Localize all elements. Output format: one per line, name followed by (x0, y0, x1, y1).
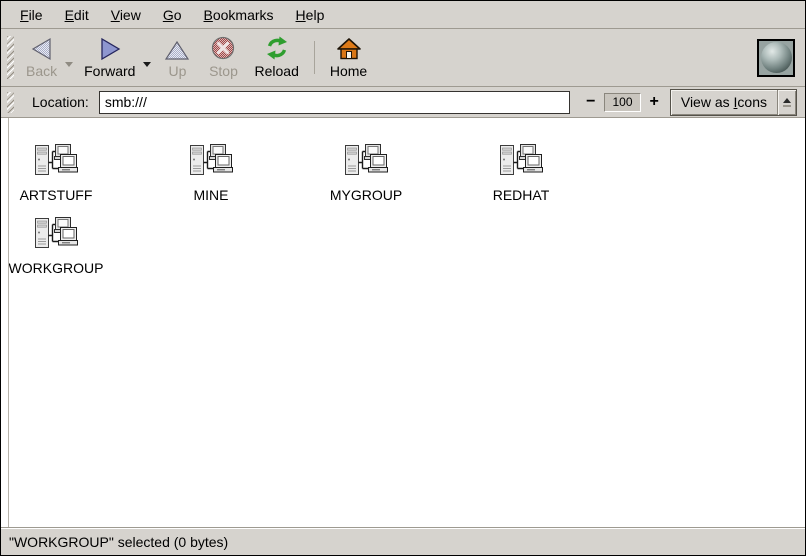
view-as-pre: View as (681, 94, 734, 110)
menu-view[interactable]: View (100, 3, 152, 27)
item-label: MYGROUP (330, 187, 402, 203)
location-bar: Location: − 100 + View as Icons (1, 87, 805, 118)
workgroup-item-artstuff[interactable]: ARTSTUFF (1, 142, 111, 203)
throbber (757, 39, 795, 77)
zoom-out-button[interactable]: − (584, 95, 597, 109)
workgroup-item-mygroup[interactable]: MYGROUP (311, 142, 421, 203)
workgroup-computers-icon (497, 142, 545, 183)
view-as-dropdown-indicator-icon (777, 90, 796, 115)
location-input[interactable] (99, 91, 570, 114)
item-label: MINE (194, 187, 229, 203)
menu-bookmarks-rest: ookmarks (213, 7, 274, 23)
toolbar-separator (314, 41, 315, 74)
home-label: Home (330, 63, 367, 79)
forward-label: Forward (84, 63, 135, 79)
reload-label: Reload (254, 63, 298, 79)
back-history-dropdown-icon[interactable] (65, 62, 73, 67)
zoom-level-indicator[interactable]: 100 (604, 93, 640, 112)
up-label: Up (169, 63, 187, 79)
stop-icon (210, 35, 236, 61)
menu-help-rest: elp (306, 7, 325, 23)
toolbar-drag-handle[interactable] (7, 36, 14, 79)
workgroup-item-workgroup[interactable]: WORKGROUP (1, 215, 111, 276)
item-label: ARTSTUFF (20, 187, 93, 203)
menu-edit-rest: dit (74, 7, 89, 23)
forward-button[interactable]: Forward (76, 31, 143, 84)
item-label: REDHAT (493, 187, 550, 203)
menu-file-mnemonic: F (20, 7, 29, 23)
menu-go-rest: o (174, 7, 182, 23)
location-label: Location: (32, 94, 89, 110)
workgroup-item-redhat[interactable]: REDHAT (466, 142, 576, 203)
forward-history-dropdown-icon[interactable] (143, 62, 151, 67)
back-icon (29, 35, 55, 61)
home-button[interactable]: Home (322, 31, 375, 84)
item-label: WORKGROUP (9, 260, 104, 276)
zoom-in-button[interactable]: + (648, 95, 661, 109)
forward-icon (97, 35, 123, 61)
menu-bookmarks[interactable]: Bookmarks (193, 3, 285, 27)
workgroup-computers-icon (32, 215, 80, 256)
icon-row-1: ARTSTUFF MINE MYGROUP REDHAT (1, 142, 805, 203)
status-text: "WORKGROUP" selected (0 bytes) (9, 534, 228, 550)
back-button[interactable]: Back (18, 31, 65, 84)
back-label: Back (26, 63, 57, 79)
menu-bar: File Edit View Go Bookmarks Help (1, 1, 805, 29)
icon-row-2: WORKGROUP (1, 215, 805, 276)
status-bar: "WORKGROUP" selected (0 bytes) (1, 527, 805, 555)
menu-help-mnemonic: H (296, 7, 306, 23)
menu-file[interactable]: File (9, 3, 54, 27)
workgroup-item-mine[interactable]: MINE (156, 142, 266, 203)
menu-view-mnemonic: V (111, 7, 120, 23)
view-as-rest: cons (737, 94, 767, 110)
menu-go-mnemonic: G (163, 7, 174, 23)
view-as-dropdown[interactable]: View as Icons (670, 89, 797, 116)
menu-help[interactable]: Help (285, 3, 336, 27)
workgroup-computers-icon (187, 142, 235, 183)
stop-label: Stop (209, 63, 238, 79)
workgroup-computers-icon (342, 142, 390, 183)
toolbar: Back Forward Up Stop (1, 29, 805, 87)
reload-button[interactable]: Reload (246, 31, 306, 84)
globe-sphere-icon (761, 42, 792, 73)
menu-bookmarks-mnemonic: B (204, 7, 213, 23)
stop-button[interactable]: Stop (200, 31, 246, 84)
menu-edit-mnemonic: E (65, 7, 74, 23)
file-manager-window: File Edit View Go Bookmarks Help Back Fo… (0, 0, 806, 556)
home-icon (336, 35, 362, 61)
menu-go[interactable]: Go (152, 3, 193, 27)
reload-icon (264, 35, 290, 61)
locationbar-drag-handle[interactable] (7, 92, 14, 113)
workgroup-computers-icon (32, 142, 80, 183)
menu-view-rest: iew (120, 7, 141, 23)
icon-view: ARTSTUFF MINE MYGROUP REDHAT WORKGROUP (1, 118, 805, 527)
menu-file-rest: ile (29, 7, 43, 23)
up-button[interactable]: Up (154, 31, 200, 84)
view-as-label: View as Icons (671, 90, 777, 115)
menu-edit[interactable]: Edit (54, 3, 100, 27)
zoom-controls: − 100 + (584, 93, 661, 112)
toolbar-spacer (375, 31, 757, 84)
up-icon (164, 35, 190, 61)
